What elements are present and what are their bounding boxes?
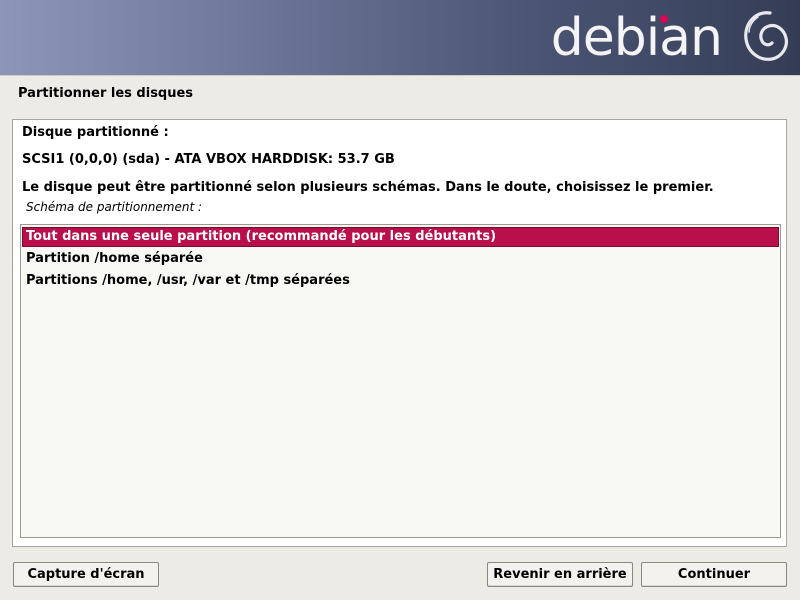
list-item-separate-home-usr-var-tmp[interactable]: Partitions /home, /usr, /var et /tmp sép… bbox=[22, 271, 779, 291]
disk-heading: Disque partitionné : bbox=[22, 125, 169, 140]
logo-accent-dot bbox=[660, 15, 668, 23]
debian-logo-text: debian bbox=[550, 8, 723, 68]
back-button[interactable]: Revenir en arrière bbox=[487, 562, 633, 587]
continue-button[interactable]: Continuer bbox=[641, 562, 787, 587]
partition-scheme-list[interactable]: Tout dans une seule partition (recommand… bbox=[20, 224, 781, 538]
list-item-single-partition[interactable]: Tout dans une seule partition (recommand… bbox=[22, 227, 779, 247]
screenshot-button[interactable]: Capture d'écran bbox=[13, 562, 159, 587]
banner-divider bbox=[0, 75, 800, 76]
list-item-separate-home[interactable]: Partition /home séparée bbox=[22, 249, 779, 269]
disk-name: SCSI1 (0,0,0) (sda) - ATA VBOX HARDDISK:… bbox=[22, 152, 395, 167]
scheme-list-label: Schéma de partitionnement : bbox=[26, 200, 203, 214]
disk-description: Le disque peut être partitionné selon pl… bbox=[22, 180, 714, 195]
page-title: Partitionner les disques bbox=[18, 86, 194, 101]
content-panel: Disque partitionné : SCSI1 (0,0,0) (sda)… bbox=[12, 119, 787, 547]
debian-banner: debian bbox=[0, 0, 800, 75]
debian-swirl-icon bbox=[744, 11, 788, 61]
